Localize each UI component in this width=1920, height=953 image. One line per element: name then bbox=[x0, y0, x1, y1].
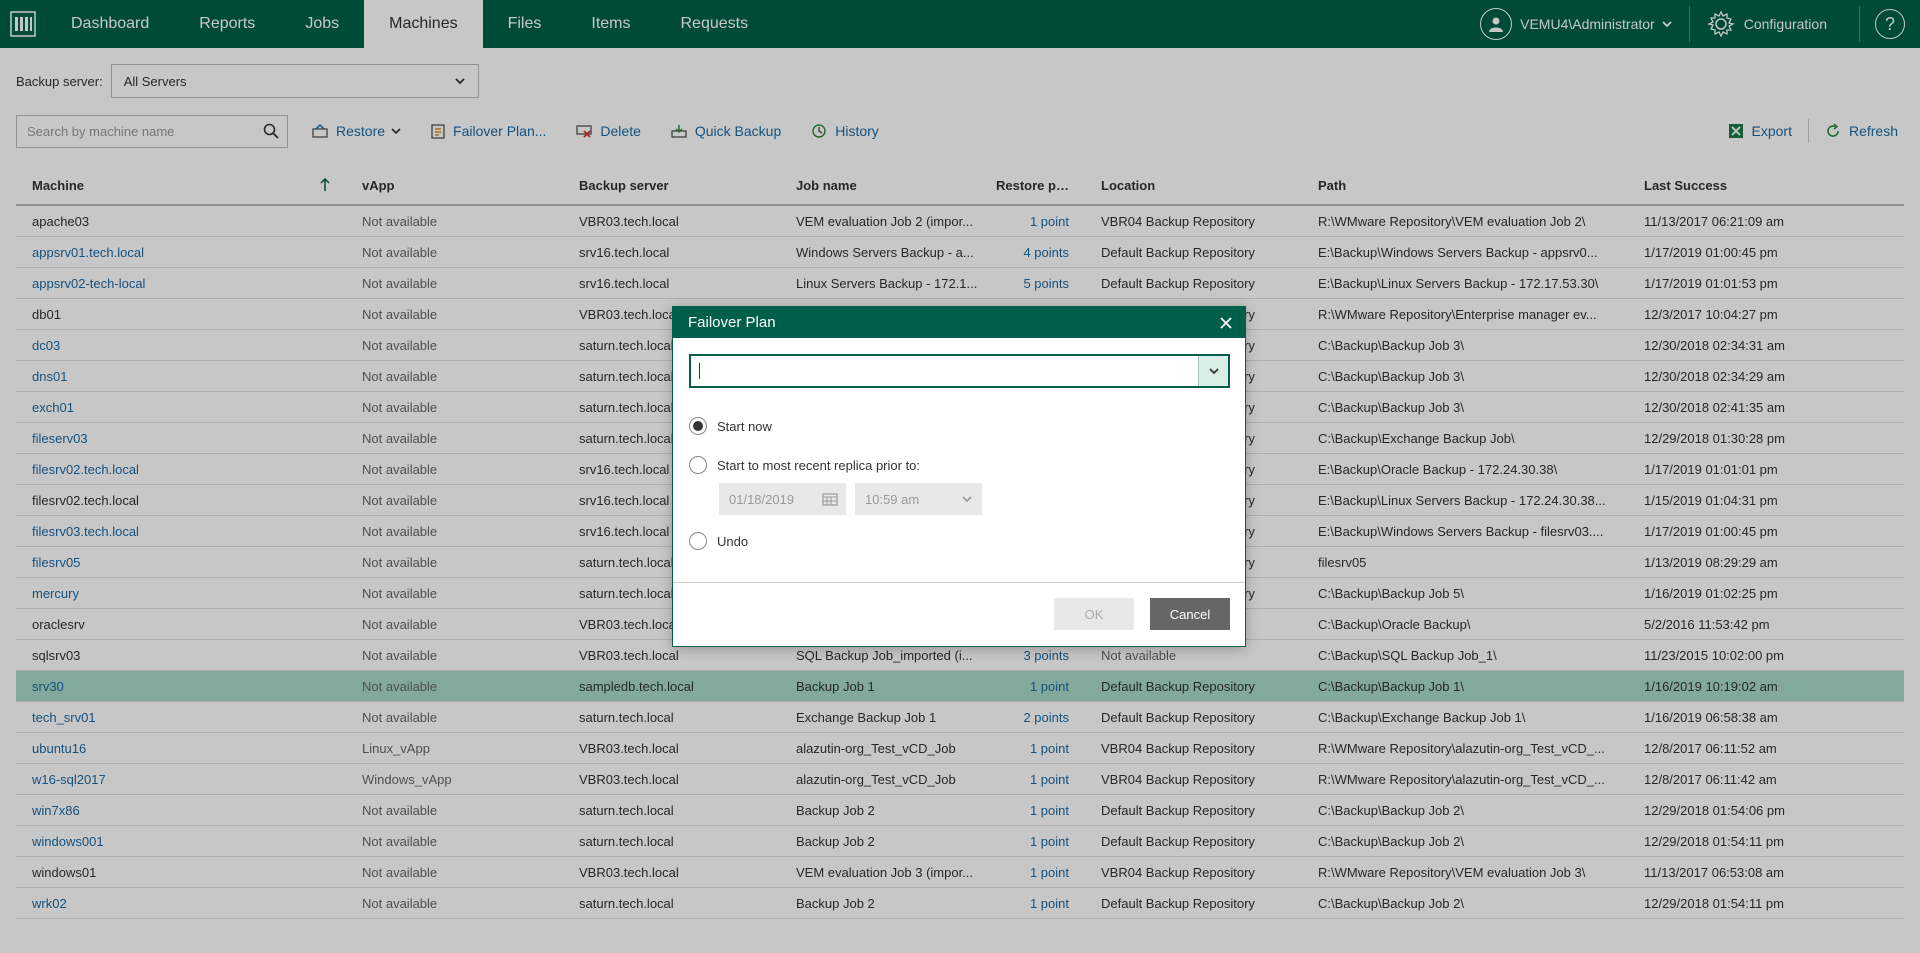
time-picker[interactable]: 10:59 am bbox=[855, 483, 982, 515]
radio-start-prior[interactable] bbox=[689, 456, 707, 474]
text-cursor bbox=[699, 363, 700, 379]
dialog-title: Failover Plan bbox=[688, 314, 776, 331]
chevron-down-icon bbox=[1208, 368, 1219, 375]
option-label: Undo bbox=[717, 533, 749, 549]
date-value: 01/18/2019 bbox=[729, 491, 795, 507]
combo-dropdown-button[interactable] bbox=[1198, 356, 1228, 386]
option-undo[interactable]: Undo bbox=[689, 532, 748, 550]
time-value: 10:59 am bbox=[865, 491, 920, 507]
chevron-down-icon bbox=[962, 496, 972, 503]
cancel-button[interactable]: Cancel bbox=[1150, 598, 1230, 630]
dialog-title-bar: Failover Plan bbox=[673, 307, 1245, 338]
dialog-divider bbox=[673, 582, 1245, 583]
option-label: Start now bbox=[717, 418, 772, 434]
date-picker[interactable]: 01/18/2019 bbox=[719, 483, 846, 515]
ok-button[interactable]: OK bbox=[1054, 598, 1134, 630]
close-icon[interactable] bbox=[1219, 316, 1233, 330]
option-label: Start to most recent replica prior to: bbox=[717, 457, 921, 473]
failover-plan-dialog: Failover Plan Start now Start to most re… bbox=[672, 306, 1246, 647]
option-start-prior[interactable]: Start to most recent replica prior to: bbox=[689, 456, 920, 474]
radio-start-now[interactable] bbox=[689, 417, 707, 435]
option-start-now[interactable]: Start now bbox=[689, 417, 772, 435]
failover-plan-combo[interactable] bbox=[689, 354, 1230, 388]
calendar-icon bbox=[822, 493, 838, 506]
radio-undo[interactable] bbox=[689, 532, 707, 550]
radio-selected-dot bbox=[693, 421, 703, 431]
